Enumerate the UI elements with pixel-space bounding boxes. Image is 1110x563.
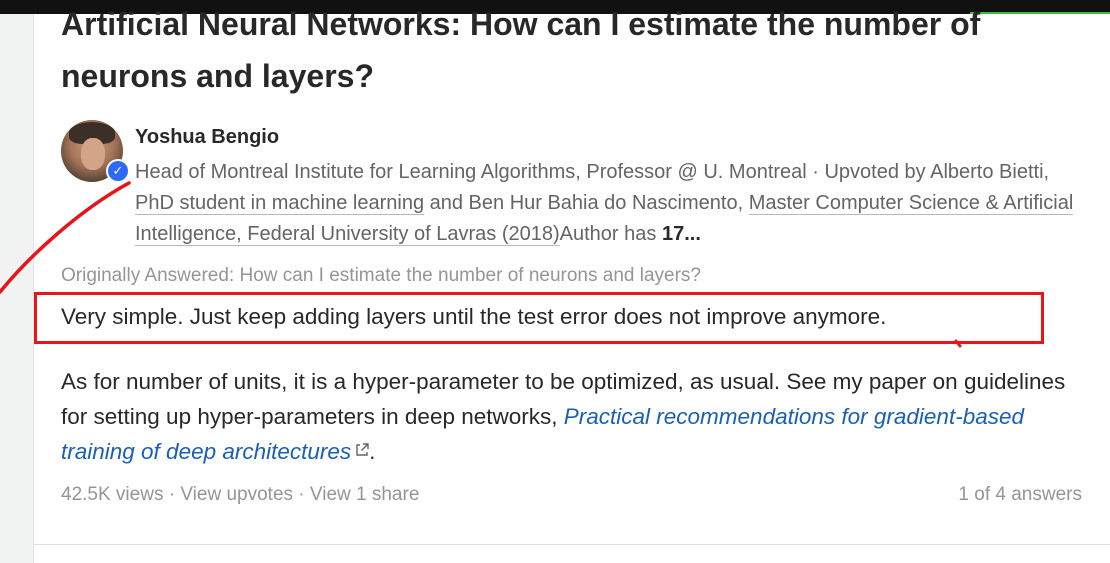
answer-card: Artificial Neural Networks: How can I es… [33, 6, 1110, 544]
external-link-icon [356, 443, 369, 456]
paragraph-end: . [369, 439, 376, 464]
verified-check-icon: ✓ [106, 159, 130, 183]
answer-highlighted-line: Very simple. Just keep adding layers unt… [61, 304, 887, 329]
view-shares-link[interactable]: View 1 share [310, 484, 420, 505]
view-upvotes-link[interactable]: View upvotes [180, 484, 293, 505]
credential-text-3: Author has [559, 223, 662, 245]
answers-count[interactable]: 17... [662, 223, 701, 245]
stats-separator: · [163, 484, 181, 505]
stats-separator-2: · [293, 484, 310, 505]
avatar-face [81, 138, 105, 170]
upvoter1-credential-link[interactable]: PhD student in machine learning [135, 192, 425, 215]
credential-text: Head of Montreal Institute for Learning … [135, 161, 1050, 183]
answer-stats: 42.5K views · View upvotes · View 1 shar… [61, 484, 419, 506]
question-title[interactable]: Artificial Neural Networks: How can I es… [61, 0, 1061, 102]
next-card-edge [33, 544, 1110, 563]
author-name[interactable]: Yoshua Bengio [135, 126, 279, 149]
answer-position: 1 of 4 answers [958, 484, 1082, 505]
author-credential: Head of Montreal Institute for Learning … [135, 157, 1075, 250]
credential-text-2: and Ben Hur Bahia do Nascimento, [424, 192, 749, 214]
originally-answered[interactable]: Originally Answered: How can I estimate … [61, 265, 701, 287]
answer-paragraph: As for number of units, it is a hyper-pa… [61, 364, 1091, 469]
views-count: 42.5K views [61, 484, 164, 505]
